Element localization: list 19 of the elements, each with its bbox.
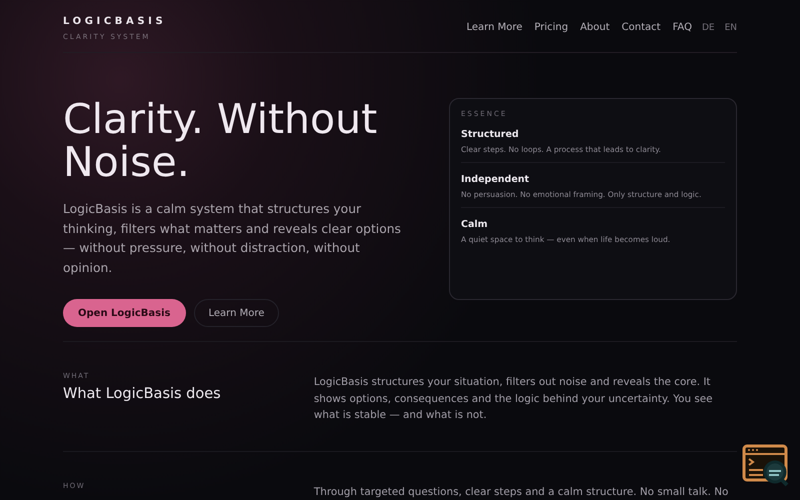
hero-heading: Clarity. Without Noise. bbox=[63, 98, 378, 184]
section-text: LogicBasis structures your situation, filters out noise and reveals the core. It shows options, consequences and the logic behind your uncertainty. You see what is stable — and what is not. bbox=[314, 375, 714, 423]
item-title: Independent bbox=[461, 174, 530, 185]
section-text: Through targeted questions, clear steps and a calm structure. No small talk. No bbox=[314, 485, 730, 500]
section-heading: What LogicBasis does bbox=[63, 386, 222, 402]
nav-link[interactable]: Pricing bbox=[534, 22, 568, 33]
nav-link[interactable]: About bbox=[580, 22, 610, 33]
browser-window-search-icon[interactable] bbox=[742, 444, 790, 488]
open-app-button[interactable]: Open LogicBasis bbox=[63, 299, 186, 327]
item-title: Calm bbox=[461, 219, 489, 230]
language-link[interactable]: EN bbox=[724, 22, 737, 32]
brand-name[interactable]: LOGICBASIS bbox=[63, 16, 166, 27]
nav-link[interactable]: FAQ bbox=[672, 22, 692, 33]
item-title: Structured bbox=[461, 129, 520, 140]
learn-more-button[interactable]: Learn More bbox=[194, 299, 280, 327]
nav-link[interactable]: Contact bbox=[622, 22, 661, 33]
language-link[interactable]: DE bbox=[702, 22, 715, 32]
nav-link[interactable]: Learn More bbox=[466, 22, 522, 33]
hero-text: LogicBasis is a calm system that structures your thinking, filters what matters and reveals clear options — without pressure, without distraction, without opinion. bbox=[63, 201, 402, 276]
